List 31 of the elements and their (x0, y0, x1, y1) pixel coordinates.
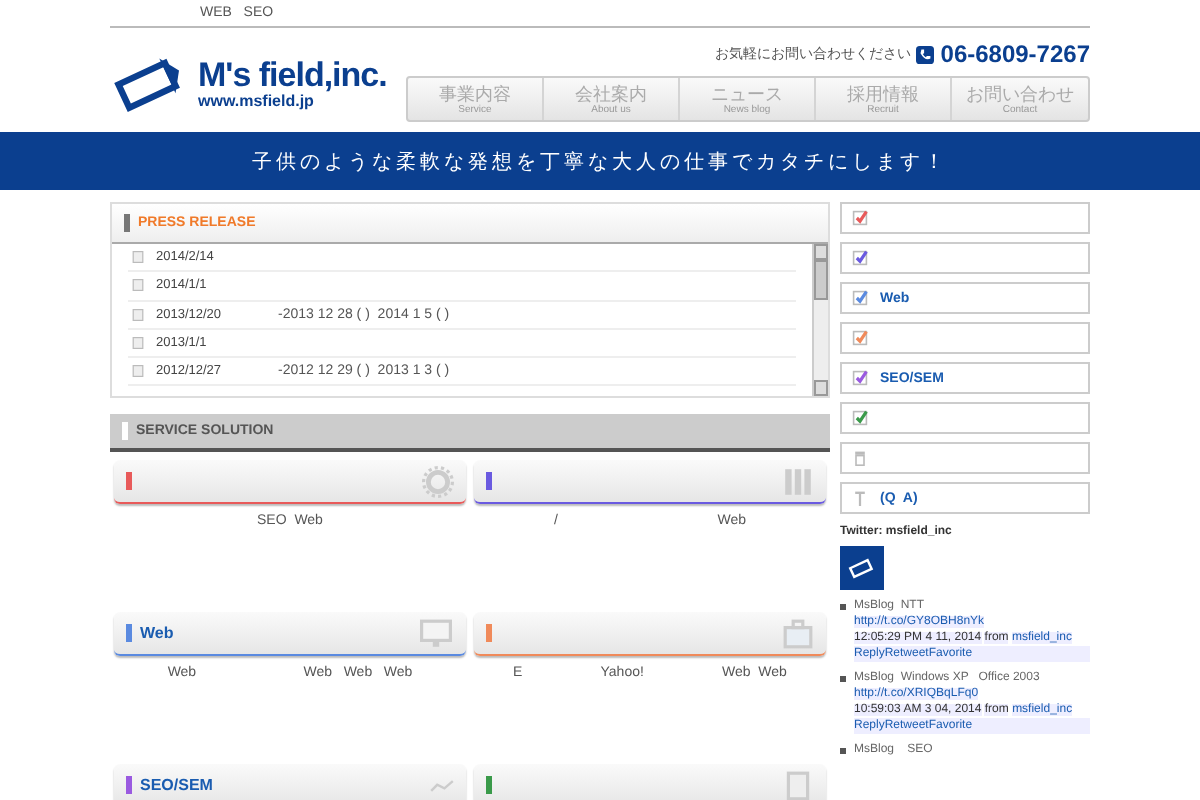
sidebar-link[interactable] (840, 322, 1090, 354)
service-card-header[interactable]: Web (114, 612, 466, 656)
chart-icon (430, 779, 454, 791)
service-card-header[interactable] (114, 460, 466, 504)
phone-icon (916, 45, 935, 63)
banner-text: 子供のような柔軟な発想を丁寧な大人の仕事でカタチにします！ (252, 149, 948, 175)
bin-icon (852, 450, 868, 466)
sidebar-link[interactable] (840, 242, 1090, 274)
logo-icon (848, 556, 876, 580)
checkbox-icon (852, 250, 868, 266)
document-icon (782, 769, 814, 800)
phone-number: 06-6809-7267 (940, 40, 1090, 68)
sidebar-link[interactable] (840, 442, 1090, 474)
sidebar-link[interactable] (840, 402, 1090, 434)
checkbox-icon (852, 370, 868, 386)
checkbox-icon (852, 330, 868, 346)
monitor-icon (418, 617, 454, 649)
checkbox-icon (852, 410, 868, 426)
gear-icon (422, 465, 454, 497)
checkbox-icon (852, 290, 868, 306)
service-card-header[interactable] (474, 612, 826, 656)
logo-name: M's field,inc. (198, 57, 387, 91)
logo-url: www.msfield.jp (198, 91, 314, 111)
service-card-header[interactable]: SEO/SEM (114, 764, 466, 800)
checkbox-icon (852, 210, 868, 226)
service-card-header[interactable] (474, 460, 826, 504)
bag-icon (782, 617, 814, 649)
sidebar-link[interactable] (840, 202, 1090, 234)
scrollbar[interactable] (812, 244, 828, 396)
books-icon (782, 465, 814, 497)
pin-icon (852, 490, 868, 506)
